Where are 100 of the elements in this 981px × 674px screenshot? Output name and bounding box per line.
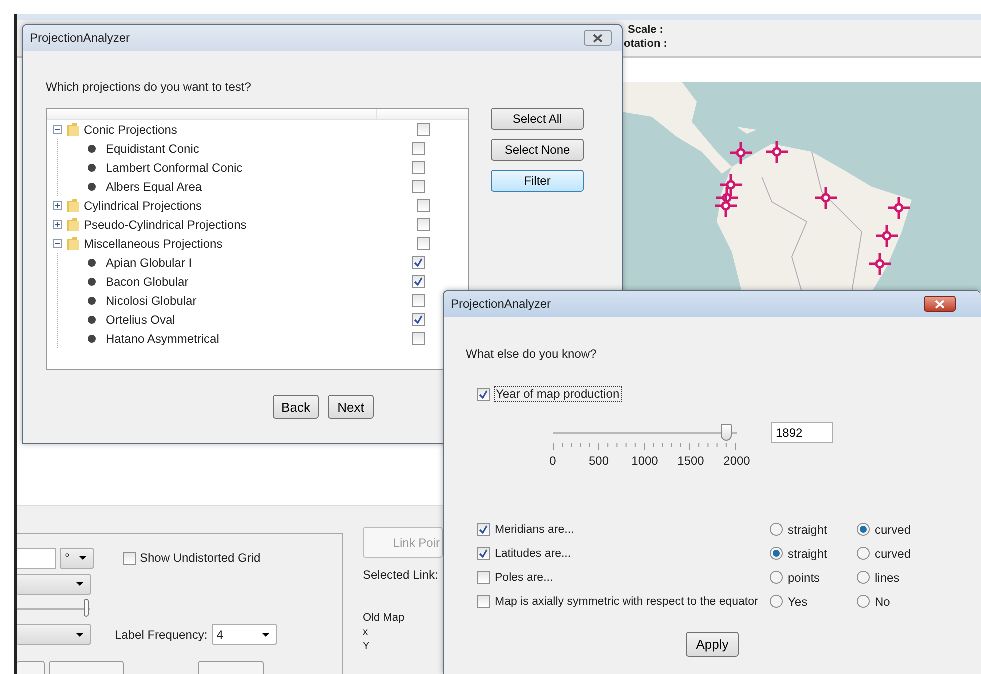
bullet-icon bbox=[88, 316, 96, 324]
dropdown[interactable] bbox=[17, 574, 91, 594]
checkbox-label: Year of map production bbox=[494, 386, 622, 402]
checkbox[interactable] bbox=[123, 552, 136, 564]
bullet-icon bbox=[88, 258, 96, 266]
field-label: Y bbox=[363, 641, 371, 652]
field-label: Selected Link: bbox=[363, 568, 440, 582]
checkbox[interactable] bbox=[417, 218, 430, 231]
tree-item[interactable]: Pseudo-Cylindrical Projections bbox=[84, 218, 247, 232]
radio-button[interactable] bbox=[857, 523, 870, 536]
button[interactable]: Next bbox=[328, 395, 374, 419]
tree-item[interactable]: Lambert Conformal Conic bbox=[106, 160, 243, 174]
bullet-icon bbox=[88, 182, 96, 190]
checkbox[interactable] bbox=[412, 180, 425, 193]
window-title: ProjectionAnalyzer bbox=[451, 297, 552, 311]
caret-icon bbox=[76, 582, 84, 586]
radio-label: curved bbox=[875, 546, 912, 560]
radio-button[interactable] bbox=[857, 571, 870, 584]
tick-label: 1500 bbox=[678, 454, 704, 468]
checkbox-label: Latitudes are... bbox=[495, 548, 572, 560]
checkbox[interactable] bbox=[412, 313, 425, 326]
radio-label: points bbox=[788, 570, 820, 584]
radio-button[interactable] bbox=[857, 547, 870, 560]
checkbox[interactable] bbox=[412, 256, 425, 269]
close-button[interactable] bbox=[584, 30, 612, 46]
question-text: What else do you know? bbox=[466, 347, 598, 361]
checkbox[interactable] bbox=[412, 142, 425, 155]
bullet-icon bbox=[88, 296, 96, 304]
tree-item[interactable]: Cylindrical Projections bbox=[84, 198, 202, 212]
year-field[interactable]: 1892 bbox=[771, 422, 833, 443]
checkbox[interactable] bbox=[412, 275, 425, 288]
radio-label: straight bbox=[788, 546, 828, 560]
radio-button[interactable] bbox=[770, 595, 783, 608]
checkbox[interactable] bbox=[417, 123, 430, 136]
text-field[interactable] bbox=[17, 548, 56, 568]
checkbox[interactable] bbox=[477, 388, 490, 400]
marker-icon bbox=[815, 187, 837, 209]
radio-label: No bbox=[875, 594, 890, 608]
tree-item[interactable]: Bacon Globular bbox=[106, 274, 189, 288]
checkbox[interactable] bbox=[417, 237, 430, 250]
bullet-icon bbox=[88, 278, 96, 286]
folder-icon bbox=[66, 217, 80, 232]
checkbox[interactable] bbox=[412, 294, 425, 307]
marker-icon bbox=[730, 142, 752, 164]
apply-button[interactable]: Apply bbox=[686, 632, 739, 657]
checkbox[interactable] bbox=[477, 595, 490, 608]
close-icon bbox=[935, 300, 945, 308]
tick-label: 0 bbox=[550, 454, 556, 468]
dropdown[interactable] bbox=[17, 624, 91, 646]
slider-thumb[interactable] bbox=[721, 424, 732, 441]
radio-label: Yes bbox=[788, 594, 808, 608]
collapse-icon[interactable] bbox=[53, 125, 62, 134]
radio-button[interactable] bbox=[770, 571, 783, 584]
radio-label: curved bbox=[875, 522, 912, 536]
tree-item[interactable]: Nicolosi Globular bbox=[106, 294, 197, 308]
radio-button[interactable] bbox=[770, 547, 783, 560]
tree-item[interactable]: Equidistant Conic bbox=[106, 142, 200, 156]
caret-icon bbox=[76, 632, 84, 637]
tree-item[interactable]: Ortelius Oval bbox=[106, 312, 176, 326]
marker-icon bbox=[876, 225, 898, 247]
bullet-icon bbox=[88, 334, 96, 342]
marker-icon bbox=[888, 197, 910, 219]
checkbox[interactable] bbox=[412, 332, 425, 345]
tree-item[interactable]: Apian Globular I bbox=[106, 256, 192, 270]
radio-button[interactable] bbox=[857, 595, 870, 608]
section-label: Old Map bbox=[363, 612, 406, 624]
frequency-dropdown[interactable]: 4 bbox=[212, 624, 277, 646]
close-icon bbox=[593, 34, 603, 42]
checkbox[interactable] bbox=[417, 199, 430, 212]
tree-item[interactable]: Conic Projections bbox=[84, 122, 178, 136]
checkbox[interactable] bbox=[412, 161, 425, 174]
expand-icon[interactable] bbox=[53, 201, 62, 210]
slider-thumb[interactable] bbox=[84, 599, 89, 618]
bullet-icon bbox=[88, 144, 96, 152]
folder-icon bbox=[66, 198, 80, 213]
button[interactable]: Filter bbox=[491, 170, 584, 192]
unit-dropdown[interactable]: ° bbox=[60, 548, 94, 568]
checkbox[interactable] bbox=[477, 571, 490, 584]
collapse-icon[interactable] bbox=[53, 239, 62, 248]
radio-button[interactable] bbox=[770, 523, 783, 536]
tick-label: 2000 bbox=[724, 454, 750, 468]
button[interactable]: Back bbox=[273, 395, 319, 419]
expand-icon[interactable] bbox=[53, 220, 62, 229]
question-text: Which projections do you want to test? bbox=[46, 80, 252, 94]
tick-label: 1000 bbox=[632, 454, 658, 468]
checkbox-label: Meridians are... bbox=[495, 524, 574, 536]
tree-item[interactable]: Miscellaneous Projections bbox=[84, 236, 223, 250]
button[interactable]: Select None bbox=[491, 139, 584, 161]
close-button[interactable] bbox=[924, 296, 956, 312]
bullet-icon bbox=[88, 164, 96, 172]
tree-item[interactable]: Albers Equal Area bbox=[106, 180, 202, 194]
checkbox[interactable] bbox=[477, 523, 490, 536]
tick-label: 500 bbox=[588, 454, 610, 468]
radio-label: lines bbox=[875, 570, 900, 584]
field-label: Label Frequency: bbox=[115, 628, 208, 642]
checkbox[interactable] bbox=[477, 547, 490, 560]
folder-icon bbox=[66, 122, 80, 137]
marker-icon bbox=[766, 141, 788, 163]
tree-item[interactable]: Hatano Asymmetrical bbox=[106, 332, 220, 346]
button[interactable]: Select All bbox=[491, 108, 584, 130]
